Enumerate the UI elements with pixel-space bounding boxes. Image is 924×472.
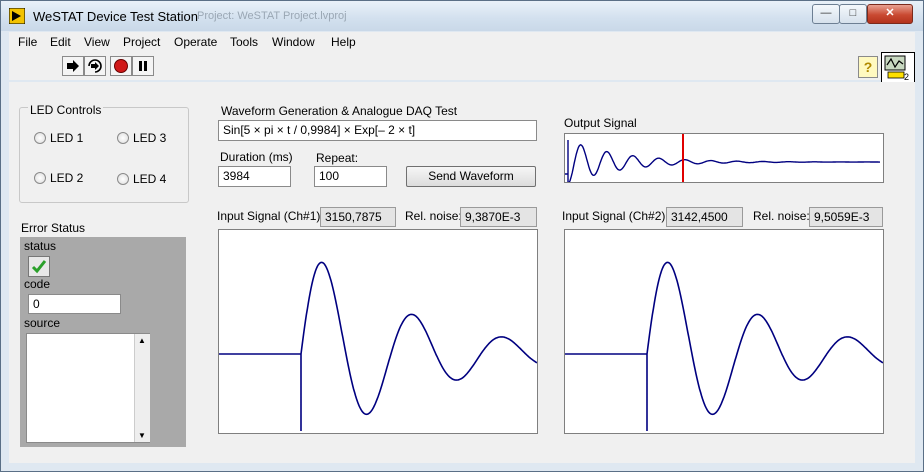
menu-tools[interactable]: Tools — [230, 35, 258, 49]
input-ch1-graph — [218, 229, 538, 434]
error-status-cluster: status code 0 source ▲ ▼ — [20, 237, 186, 447]
repeat-label: Repeat: — [316, 151, 359, 165]
maximize-button[interactable]: □ — [839, 4, 867, 24]
source-label: source — [24, 316, 61, 330]
scroll-up-icon[interactable]: ▲ — [138, 336, 146, 345]
menu-project[interactable]: Project — [123, 35, 160, 49]
run-button[interactable] — [62, 56, 84, 76]
minimize-button[interactable]: — — [812, 4, 840, 24]
duration-label: Duration (ms) — [220, 150, 293, 164]
led-4-indicator[interactable] — [117, 173, 129, 185]
input-ch2-label: Input Signal (Ch#2) — [562, 209, 666, 223]
pause-button[interactable] — [132, 56, 154, 76]
input-ch2-graph — [564, 229, 884, 434]
scroll-down-icon[interactable]: ▼ — [138, 431, 146, 440]
run-continuously-button[interactable] — [84, 56, 106, 76]
duration-input[interactable]: 3984 — [218, 166, 291, 187]
source-scrollbar[interactable]: ▲ ▼ — [134, 334, 150, 442]
menu-help[interactable]: Help — [331, 35, 356, 49]
input-ch1-label: Input Signal (Ch#1) — [217, 209, 321, 223]
input-ch1-value: 3150,7875 — [320, 207, 396, 227]
led-2-indicator[interactable] — [34, 172, 46, 184]
background-window-title: Project: WeSTAT Project.lvproj — [197, 10, 347, 22]
input-ch1-plot — [219, 261, 538, 431]
ch2-noise-value: 9,5059E-3 — [809, 207, 883, 227]
vi-icon-number: 2 — [904, 72, 910, 82]
code-field[interactable]: 0 — [28, 294, 121, 314]
ch2-signal-trace — [565, 261, 884, 431]
output-signal-graph — [564, 133, 884, 186]
ch1-signal-trace — [219, 261, 538, 431]
run-continuously-icon — [88, 59, 102, 73]
led-1-label: LED 1 — [50, 131, 84, 145]
error-status-title: Error Status — [21, 221, 86, 235]
front-panel: LED Controls LED 1 LED 3 LED 2 LED 4 Err… — [9, 82, 915, 463]
abort-icon — [114, 59, 128, 73]
led-1-indicator[interactable] — [34, 132, 46, 144]
input-ch2-value: 3142,4500 — [666, 207, 743, 227]
input-ch2-plot — [565, 261, 884, 431]
led-3-indicator[interactable] — [117, 132, 129, 144]
output-signal-title: Output Signal — [564, 116, 637, 130]
ch2-noise-label: Rel. noise: — [753, 209, 810, 223]
ch1-noise-value: 9,3870E-3 — [460, 207, 537, 227]
menu-operate[interactable]: Operate — [174, 35, 217, 49]
toolbar: ? 2 — [9, 52, 915, 88]
checkmark-icon — [31, 260, 47, 274]
menu-file[interactable]: File — [18, 35, 37, 49]
send-waveform-button[interactable]: Send Waveform — [406, 166, 536, 187]
led-controls-title: LED Controls — [28, 103, 104, 117]
code-label: code — [24, 277, 51, 291]
led-3-label: LED 3 — [133, 131, 167, 145]
waveform-section-title: Waveform Generation & Analogue DAQ Test — [221, 104, 458, 118]
status-indicator — [28, 256, 50, 277]
output-signal-trace — [565, 140, 880, 186]
menu-edit[interactable]: Edit — [50, 35, 71, 49]
menu-window[interactable]: Window — [272, 35, 315, 49]
abort-button[interactable] — [110, 56, 132, 76]
context-help-button[interactable]: ? — [858, 56, 878, 78]
title-bar: WeSTAT Device Test Station Project: WeST… — [1, 1, 923, 31]
repeat-input[interactable]: 100 — [314, 166, 387, 187]
pause-icon — [139, 61, 147, 71]
expression-input[interactable]: Sin[5 × pi × t / 0,9984] × Exp[– 2 × t] — [218, 120, 537, 141]
close-button[interactable]: ✕ — [867, 4, 913, 24]
status-label: status — [24, 239, 57, 253]
output-signal-plot — [565, 134, 880, 186]
led-2-label: LED 2 — [50, 171, 84, 185]
menu-bar: File Edit View Project Operate Tools Win… — [9, 32, 915, 52]
menu-view[interactable]: View — [84, 35, 110, 49]
led-4-label: LED 4 — [133, 172, 167, 186]
source-textarea[interactable] — [26, 333, 150, 443]
application-window: WeSTAT Device Test Station Project: WeST… — [0, 0, 924, 472]
window-title: WeSTAT Device Test Station — [33, 9, 198, 24]
app-icon — [9, 8, 25, 24]
ch1-noise-label: Rel. noise: — [405, 209, 462, 223]
led-controls-group — [19, 107, 189, 203]
run-arrow-icon — [67, 60, 79, 72]
